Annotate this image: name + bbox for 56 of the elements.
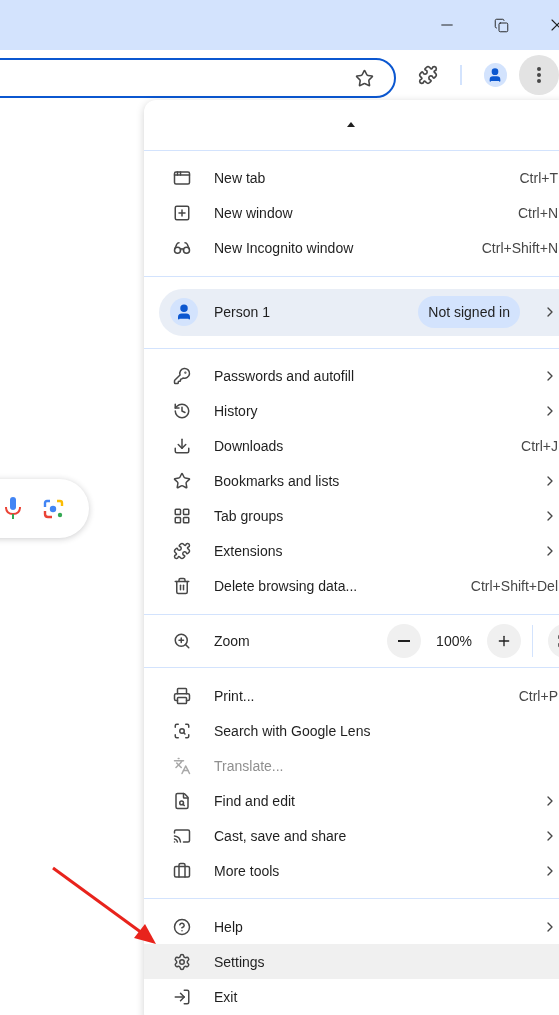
shortcut-text: Ctrl+N bbox=[517, 205, 558, 222]
shortcut-text: Ctrl+T bbox=[519, 170, 558, 187]
menu-item[interactable]: Help bbox=[144, 909, 559, 944]
menu-item[interactable]: Downloads Ctrl+J bbox=[144, 428, 559, 464]
menu-item[interactable]: Settings bbox=[144, 944, 559, 979]
shortcut-text: Ctrl+Shift+Del bbox=[470, 578, 558, 595]
shortcut-text: Ctrl+P bbox=[518, 687, 558, 704]
window-icon bbox=[173, 169, 193, 188]
key-icon bbox=[173, 367, 193, 386]
restore-icon[interactable] bbox=[494, 17, 509, 33]
shortcut-text: Ctrl+Shift+N bbox=[481, 240, 558, 257]
download-icon bbox=[173, 437, 193, 456]
menu-item[interactable]: More tools bbox=[144, 853, 559, 888]
puzzle-icon bbox=[173, 542, 193, 561]
zoom-in-button[interactable] bbox=[487, 624, 521, 659]
menu-button[interactable] bbox=[519, 55, 559, 95]
menu-item[interactable]: Delete browsing data... Ctrl+Shift+Del bbox=[144, 568, 559, 604]
exit-icon bbox=[173, 987, 193, 1006]
cast-icon bbox=[173, 826, 193, 845]
address-bar[interactable] bbox=[0, 58, 396, 98]
help-icon bbox=[173, 917, 193, 936]
more-icon bbox=[537, 67, 541, 83]
menu-item[interactable]: Search with Google Lens bbox=[144, 713, 559, 748]
shortcut-text: Ctrl+J bbox=[521, 438, 558, 455]
printer-icon bbox=[173, 686, 193, 705]
grid-icon bbox=[173, 507, 193, 526]
toolbox-icon bbox=[173, 861, 193, 880]
menu-item[interactable]: Exit bbox=[144, 979, 559, 1014]
caret-icon bbox=[347, 122, 355, 128]
puzzle-icon[interactable] bbox=[417, 65, 438, 85]
profile-item[interactable]: Person 1 Not signed in bbox=[159, 288, 559, 336]
avatar-icon bbox=[170, 298, 198, 327]
menu-item[interactable]: Find and edit bbox=[144, 783, 559, 818]
profile-name: Person 1 bbox=[214, 304, 272, 321]
menu-item[interactable]: Print... Ctrl+P bbox=[144, 678, 559, 713]
menu-item[interactable]: Passwords and autofill bbox=[144, 358, 559, 394]
menu-item[interactable]: Extensions bbox=[144, 533, 559, 569]
zoom-value: 100% bbox=[435, 633, 473, 650]
menu-item[interactable]: New window Ctrl+N bbox=[144, 195, 559, 231]
star-icon[interactable] bbox=[354, 68, 374, 88]
window-plus-icon bbox=[173, 204, 193, 223]
lens-icon bbox=[173, 721, 193, 740]
camera-icon[interactable] bbox=[43, 497, 65, 520]
menu-item[interactable]: History bbox=[144, 393, 559, 429]
menu-item[interactable]: New tab Ctrl+T bbox=[144, 160, 559, 196]
zoom-label: Zoom bbox=[214, 633, 251, 650]
star-icon bbox=[173, 472, 193, 491]
avatar-icon[interactable] bbox=[483, 63, 507, 87]
sign-in-status: Not signed in bbox=[418, 296, 520, 329]
menu-item[interactable]: Cast, save and share bbox=[144, 818, 559, 853]
menu-item[interactable]: New Incognito window Ctrl+Shift+N bbox=[144, 230, 559, 266]
mic-icon[interactable] bbox=[5, 496, 21, 521]
translate-icon bbox=[173, 756, 193, 775]
minus-icon bbox=[398, 640, 410, 643]
menu-item[interactable]: Tab groups bbox=[144, 498, 559, 534]
menu-item[interactable]: Bookmarks and lists bbox=[144, 463, 559, 499]
